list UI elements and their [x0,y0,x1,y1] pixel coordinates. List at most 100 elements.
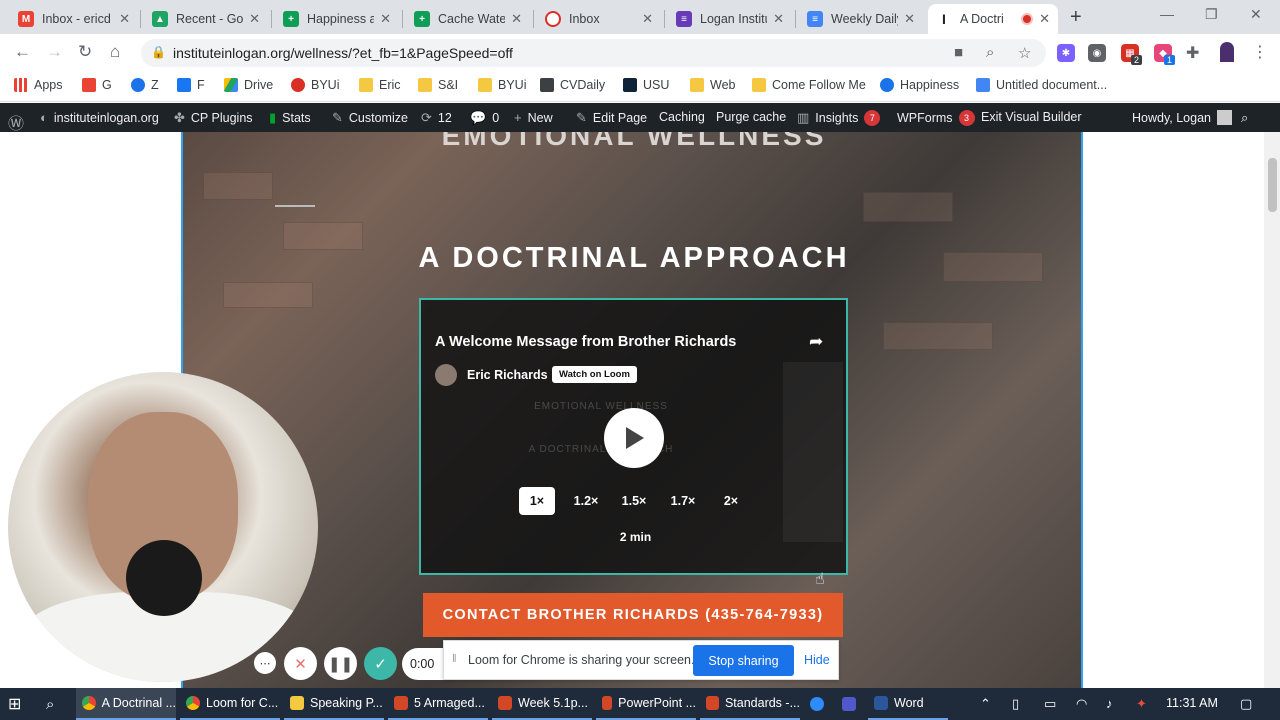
wp-new[interactable]: + New [514,110,553,125]
stop-sharing-button[interactable]: Stop sharing [693,645,794,676]
close-icon[interactable]: ✕ [119,11,130,27]
close-icon[interactable]: ✕ [511,11,522,27]
taskbar-app-ppt-powerpoint[interactable]: PowerPoint ... [596,688,696,720]
address-bar[interactable]: 🔒 instituteinlogan.org/wellness/?et_fb=1… [141,39,1046,67]
bookmark-folder-come-follow-me[interactable]: Come Follow Me [752,78,866,92]
wp-exit-visual-builder[interactable]: Exit Visual Builder [981,110,1082,124]
taskbar-app-ppt-armageddon[interactable]: 5 Armaged... [388,688,488,720]
cancel-recording-button[interactable]: ✕ [284,647,317,680]
scrollbar-thumb[interactable] [1268,158,1277,212]
taskbar-app-explorer[interactable]: Speaking P... [284,688,384,720]
forward-icon[interactable]: → [46,42,63,62]
taskbar-search-icon[interactable]: ⌕ [46,688,54,720]
speed-option-1-2x[interactable]: 1.2× [568,487,604,515]
bookmark-usu[interactable]: USU [623,78,669,92]
taskbar-clock[interactable]: 11:31 AM [1166,696,1218,710]
wp-search[interactable]: ⌕ [1241,110,1254,126]
wp-stats[interactable]: ▮ Stats [269,110,311,126]
minimize-icon[interactable]: — [1160,6,1174,22]
play-button[interactable] [604,408,664,468]
wordpress-logo[interactable]: Ⓦ [8,110,30,134]
webcam-bubble[interactable] [8,372,318,682]
new-tab-button[interactable]: + [1070,6,1082,29]
bookmark-folder-byui[interactable]: BYUi [478,78,526,92]
wp-insights[interactable]: ▥ Insights 7 [797,110,881,126]
speed-option-1-7x[interactable]: 1.7× [665,487,701,515]
close-icon[interactable]: ✕ [249,11,260,27]
taskbar-app-ppt-standards[interactable]: Standards -... [700,688,800,720]
window-close-icon[interactable]: ✕ [1250,6,1262,23]
taskbar-app-word[interactable]: Word [868,688,948,720]
bookmark-star-icon[interactable]: ☆ [1018,44,1031,62]
wp-caching[interactable]: Caching [659,110,705,124]
tab-weekly-daily[interactable]: ≡ Weekly Daily ✕ [799,4,923,34]
notifications-icon[interactable]: ▢ [1240,696,1252,712]
close-icon[interactable]: ✕ [380,11,391,27]
wp-comments[interactable]: 💬 0 [470,110,499,126]
speed-option-1-5x[interactable]: 1.5× [616,487,652,515]
tab-inbox[interactable]: Inbox ✕ [537,4,661,34]
zoom-icon[interactable]: ⌕ [986,44,994,61]
wp-purge-cache[interactable]: Purge cache [716,110,786,124]
drag-handle-icon[interactable]: ‖ [452,653,457,665]
hide-button[interactable]: Hide [804,653,830,667]
bookmark-f[interactable]: F [177,78,205,92]
extension-chat-icon[interactable]: ◉ [1088,44,1106,62]
tray-usb-icon[interactable]: ▯ [1012,696,1019,712]
tab-logan-institute[interactable]: ≡ Logan Institu ✕ [668,4,792,34]
bookmark-z[interactable]: Z [131,78,159,92]
back-icon[interactable]: ← [14,42,31,62]
close-icon[interactable]: ✕ [773,11,784,27]
taskbar-app-zoom[interactable] [804,688,832,720]
bookmark-happiness[interactable]: Happiness [880,78,959,92]
restore-icon[interactable]: ❐ [1205,6,1218,23]
share-icon[interactable]: ➦ [809,332,823,352]
home-icon[interactable]: ⌂ [110,42,120,62]
taskbar-app-chrome-doctrinal[interactable]: A Doctrinal ... [76,688,176,720]
close-icon[interactable]: ✕ [1039,11,1050,27]
tab-a-doctrinal[interactable]: I A Doctri ✕ [928,4,1058,34]
profile-avatar[interactable] [1220,42,1234,62]
bookmark-drive[interactable]: Drive [224,78,273,92]
tray-battery-icon[interactable]: ▭ [1044,696,1056,712]
wp-cp-plugins[interactable]: ✤ CP Plugins [174,110,253,126]
video-author[interactable]: Eric Richards [467,368,548,382]
bookmark-untitled-doc[interactable]: Untitled document... [976,78,1107,92]
bookmark-folder-web[interactable]: Web [690,78,735,92]
reload-icon[interactable]: ↻ [78,42,92,62]
menu-dots-icon[interactable]: ⋮ [1252,42,1268,62]
tray-wifi-icon[interactable]: ◠ [1076,696,1087,712]
loom-video-embed[interactable]: EMOTIONAL WELLNESS A DOCTRINAL APPROACH … [419,298,848,575]
wp-updates[interactable]: ⟳ 12 [421,110,452,126]
extension-star-icon[interactable]: ✱ [1057,44,1075,62]
speed-option-1x[interactable]: 1× [519,487,555,515]
contact-button[interactable]: CONTACT BROTHER RICHARDS (435-764-7933) [423,593,843,637]
more-options-icon[interactable]: ⋯ [254,652,276,674]
bookmark-folder-eric[interactable]: Eric [359,78,401,92]
close-icon[interactable]: ✕ [904,11,915,27]
windows-start-icon[interactable]: ⊞ [8,688,21,720]
tray-overflow-icon[interactable]: ⌃ [980,696,991,712]
finish-recording-button[interactable]: ✓ [364,647,397,680]
watch-on-loom-button[interactable]: Watch on Loom [552,366,637,383]
wp-howdy[interactable]: Howdy, Logan [1132,110,1232,125]
video-title[interactable]: A Welcome Message from Brother Richards [435,334,736,350]
puzzle-icon[interactable]: ✚ [1186,43,1199,63]
wp-site-link[interactable]: ◐ instituteinlogan.org [40,110,159,125]
page-scrollbar[interactable] [1264,132,1280,688]
tray-dropbox-icon[interactable]: ✦ [1136,696,1147,712]
pause-recording-button[interactable]: ❚❚ [324,647,357,680]
tray-volume-icon[interactable]: ♪ [1106,696,1113,711]
speed-option-2x[interactable]: 2× [713,487,749,515]
taskbar-app-ppt-week[interactable]: Week 5.1p... [492,688,592,720]
camera-icon[interactable]: ■ [954,44,963,61]
wp-customize[interactable]: ✎ Customize [332,110,408,126]
bookmark-cvdaily[interactable]: CVDaily [540,78,605,92]
taskbar-app-teams[interactable] [836,688,864,720]
close-icon[interactable]: ✕ [642,11,653,27]
wp-edit-page[interactable]: ✎ Edit Page [576,110,647,126]
tab-gmail[interactable]: M Inbox - ericd ✕ [10,4,138,34]
wp-wpforms[interactable]: WPForms 3 [897,110,975,126]
tab-cache-water[interactable]: + Cache Water ✕ [406,4,530,34]
tab-drive[interactable]: ▲ Recent - Goo ✕ [144,4,268,34]
